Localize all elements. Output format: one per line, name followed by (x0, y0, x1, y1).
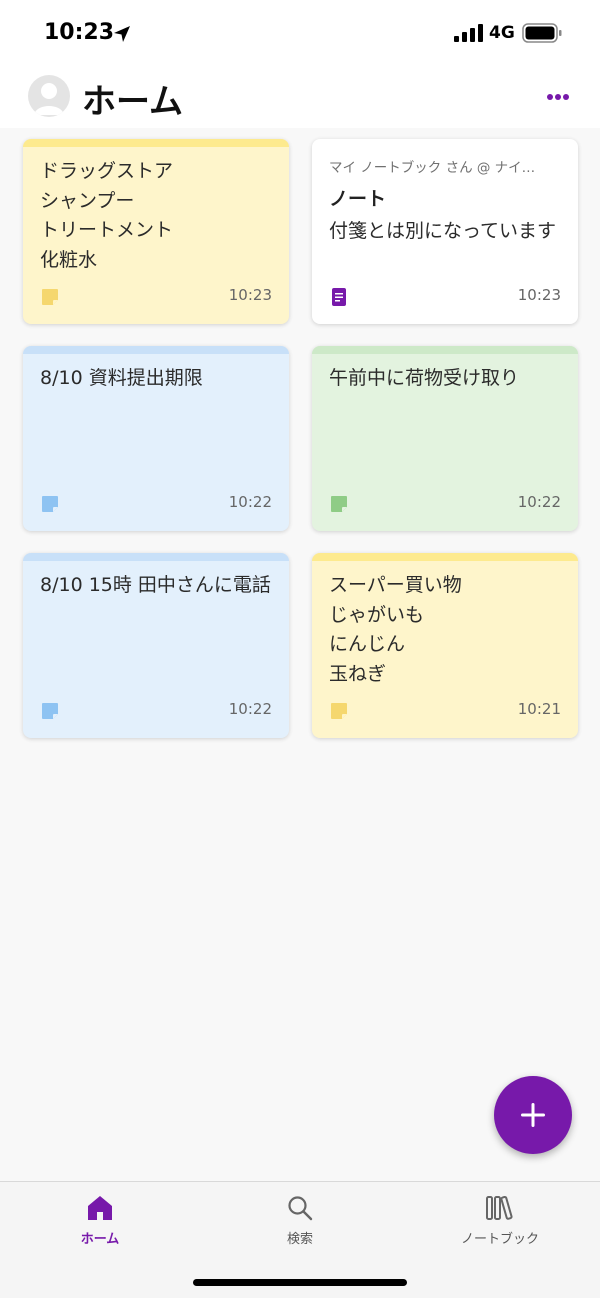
card-stripe (23, 346, 289, 354)
note-text: 8/10 15時 田中さんに電話 (40, 574, 271, 596)
note-title: ノート (329, 188, 387, 210)
sticky-note-card[interactable]: 午前中に荷物受け取り 10:22 (312, 346, 578, 531)
sticky-note-icon (331, 703, 347, 719)
page-note-card[interactable]: マイ ノートブック さん @ ナイ… ノート 付箋とは別になっています 10:2… (312, 139, 578, 324)
sticky-note-card[interactable]: 8/10 資料提出期限 10:22 (23, 346, 289, 531)
note-text: 午前中に荷物受け取り (329, 367, 520, 389)
tab-label: ホーム (80, 1232, 120, 1247)
note-time: 10:23 (517, 286, 561, 304)
tab-label: 検索 (286, 1232, 313, 1247)
avatar[interactable] (28, 75, 70, 117)
tab-label: ノートブック (460, 1232, 539, 1247)
sticky-note-icon (42, 289, 58, 305)
note-time: 10:23 (228, 286, 272, 304)
note-text: 付箋とは別になっています (329, 220, 557, 242)
tab-home[interactable]: ホーム (30, 1194, 170, 1256)
card-stripe (23, 139, 289, 147)
location-arrow-icon (114, 26, 130, 42)
card-stripe (23, 553, 289, 561)
person-icon (34, 83, 64, 115)
signal-icon (454, 24, 483, 42)
note-time: 10:22 (228, 493, 272, 511)
top-bar: 10:23 4G ホーム (0, 0, 600, 128)
plus-icon (521, 1103, 545, 1127)
network-type: 4G (489, 23, 515, 43)
notebook-label: マイ ノートブック さん @ ナイ… (329, 160, 536, 176)
sticky-note-icon (42, 496, 58, 512)
sticky-note-icon (42, 703, 58, 719)
card-stripe (312, 346, 578, 354)
tab-search[interactable]: 検索 (230, 1194, 370, 1256)
home-icon (88, 1196, 112, 1220)
note-text: 8/10 資料提出期限 (40, 367, 203, 389)
note-text: スーパー買い物 じゃがいも にんじん 玉ねぎ (329, 574, 462, 685)
page-icon (332, 288, 346, 306)
note-time: 10:22 (517, 493, 561, 511)
search-icon (288, 1196, 313, 1221)
note-time: 10:22 (228, 700, 272, 718)
note-text: ドラッグストア シャンプー トリートメント 化粧水 (40, 160, 174, 271)
notebooks-icon (486, 1195, 513, 1220)
sticky-note-card[interactable]: ドラッグストア シャンプー トリートメント 化粧水 10:23 (23, 139, 289, 324)
sticky-note-card[interactable]: 8/10 15時 田中さんに電話 10:22 (23, 553, 289, 738)
battery-icon (522, 23, 562, 43)
card-stripe (312, 553, 578, 561)
sticky-note-icon (331, 496, 347, 512)
tab-notebooks[interactable]: ノートブック (430, 1194, 570, 1256)
page-title: ホーム (82, 82, 183, 122)
status-time: 10:23 (44, 20, 115, 45)
new-note-button[interactable] (494, 1076, 572, 1154)
home-indicator[interactable] (193, 1279, 407, 1286)
note-time: 10:21 (517, 700, 561, 718)
more-icon[interactable] (540, 84, 574, 110)
sticky-note-card[interactable]: スーパー買い物 じゃがいも にんじん 玉ねぎ 10:21 (312, 553, 578, 738)
